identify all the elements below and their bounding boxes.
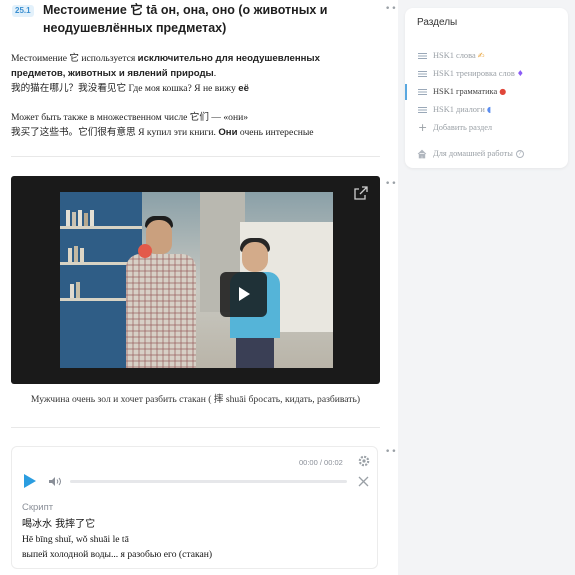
intro-line-2: предметов, животных и явлений природы. <box>11 68 217 79</box>
sidebar-item-hsk1-grammar[interactable]: HSK1 грамматика ● <box>405 84 568 100</box>
video-player[interactable] <box>11 176 380 384</box>
plural-example: 我买了这些书。它们很有意思 Я купил эти книги. Они оче… <box>11 127 314 138</box>
writing-hand-icon: ✍ <box>477 51 485 60</box>
menu-lines-icon <box>418 107 427 113</box>
section-title: Местоимение 它 tā он, она, оно (о животны… <box>43 3 328 35</box>
section-number-badge: 25.1 <box>12 5 34 17</box>
video-play-button[interactable] <box>220 272 267 317</box>
close-icon[interactable] <box>358 476 369 487</box>
audio-time: 00:00 / 00:02 <box>299 458 343 467</box>
script-line-chinese: 喝冰水 我摔了它 <box>22 519 96 530</box>
pin-icon: ● <box>499 87 507 96</box>
sidebar-item-hsk1-word-training[interactable]: HSK1 тренировка слов ♦ <box>405 66 568 82</box>
sidebar-item-hsk1-dialogues[interactable]: HSK1 диалоги ◖ <box>405 102 568 118</box>
script-line-translation: выпей холодной воды... я разобью его (ст… <box>22 549 213 560</box>
audio-player-card: 00:00 / 00:02 Скрипт 喝冰水 我摔了它 Hē bīng sh… <box>11 446 378 569</box>
volume-icon[interactable] <box>48 476 62 487</box>
sections-sidebar: Разделы HSK1 слова ✍ HSK1 тренировка слов… <box>405 8 568 168</box>
video-frame <box>60 192 333 368</box>
expand-icon[interactable] <box>354 186 368 200</box>
gear-icon[interactable] <box>358 455 370 467</box>
divider <box>11 156 380 157</box>
sidebar-title: Разделы <box>417 17 458 28</box>
help-icon[interactable]: ? <box>515 150 524 158</box>
plus-icon: + <box>418 121 428 134</box>
divider <box>11 427 380 428</box>
lesson-content: ••• 25.1 Местоимение 它 tā он, она, оно (… <box>0 0 398 575</box>
homework-section[interactable]: Для домашней работы? <box>405 146 568 162</box>
more-dots-icon[interactable]: ••• <box>385 180 398 189</box>
more-dots-icon[interactable]: ••• <box>385 5 398 14</box>
audio-progress-bar[interactable] <box>70 480 347 483</box>
intro-example: 我的猫在哪儿？我没看见它 Где моя кошка? Я не вижу её <box>11 83 249 94</box>
script-line-pinyin: Hē bīng shuǐ, wǒ shuāi le tā <box>22 534 129 545</box>
speaker-icon: ◖ <box>486 105 492 114</box>
audio-play-button[interactable] <box>24 474 36 488</box>
menu-lines-icon <box>418 89 427 95</box>
video-caption: Мужчина очень зол и хочет разбить стакан… <box>30 394 361 405</box>
script-label: Скрипт <box>22 502 54 513</box>
intro-line-1: Местоимение 它 используется исключительно… <box>11 53 320 64</box>
home-icon <box>417 149 427 159</box>
menu-lines-icon <box>418 71 427 77</box>
sparkle-icon: ♦ <box>516 69 524 78</box>
more-dots-icon[interactable]: ••• <box>385 448 398 457</box>
plural-line-1: Может быть также в множественном числе 它… <box>11 112 249 123</box>
add-section-button[interactable]: + Добавить раздел <box>405 120 568 136</box>
sidebar-item-hsk1-words[interactable]: HSK1 слова ✍ <box>405 48 568 64</box>
menu-lines-icon <box>418 53 427 59</box>
